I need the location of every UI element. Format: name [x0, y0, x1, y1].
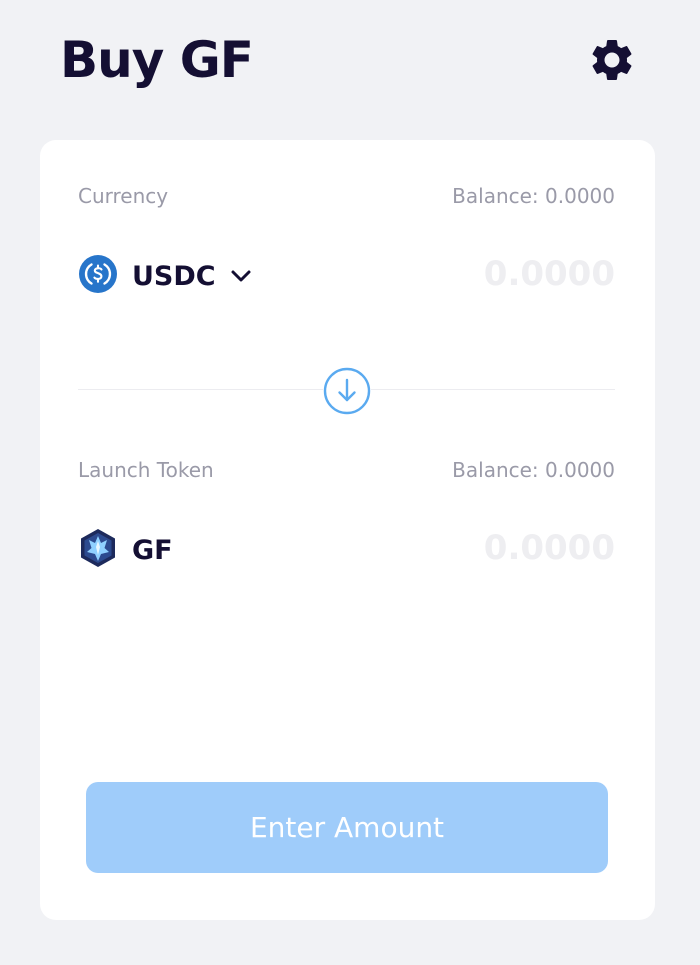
launch-token-symbol: GF [132, 534, 173, 566]
page-title: Buy GF [60, 31, 254, 89]
settings-button[interactable] [586, 34, 638, 86]
arrow-down-circle-icon [323, 367, 371, 415]
chevron-down-icon [230, 269, 252, 283]
gear-icon [592, 39, 632, 80]
launch-token-label: Launch Token [78, 458, 214, 482]
swap-direction-button[interactable] [323, 367, 371, 415]
gf-token-logo-icon [78, 528, 118, 572]
launch-token-balance: Balance: 0.0000 [452, 458, 615, 482]
currency-amount-input[interactable] [375, 250, 615, 298]
swap-card: Currency Balance: 0.0000 USDC 0.0000 Lau… [40, 140, 655, 920]
currency-selector[interactable]: USDC [78, 254, 252, 298]
currency-balance: Balance: 0.0000 [452, 184, 615, 208]
enter-amount-button[interactable]: Enter Amount [86, 782, 608, 873]
usdc-coin-icon [78, 254, 118, 298]
launch-token-amount-input[interactable] [375, 524, 615, 572]
launch-token-display: GF [78, 528, 173, 572]
currency-label: Currency [78, 184, 169, 208]
currency-symbol: USDC [132, 260, 216, 292]
